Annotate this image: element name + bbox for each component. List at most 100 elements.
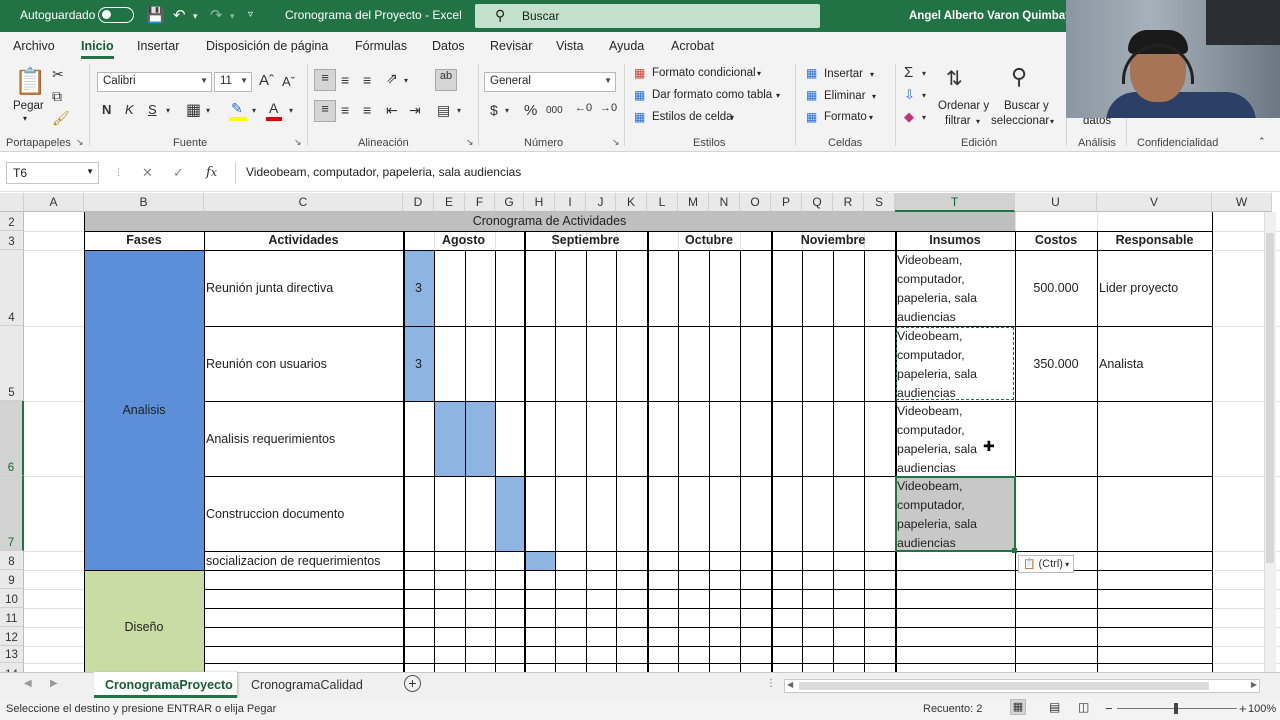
tab-insertar[interactable]: Insertar <box>137 39 179 53</box>
scrollbar-thumb[interactable] <box>799 682 1209 690</box>
activity-responsable[interactable]: Analista <box>1097 326 1212 401</box>
column-header-c[interactable]: C <box>204 193 403 212</box>
percent-style-button[interactable]: % <box>524 102 537 119</box>
font-launcher-icon[interactable]: ↘ <box>294 137 302 148</box>
activity-cost[interactable]: 500.000 <box>1015 250 1097 326</box>
scroll-right-arrow-icon[interactable]: ▶ <box>1251 680 1257 689</box>
row-header-13[interactable]: 13 <box>0 646 24 663</box>
activity-insumos[interactable]: Videobeam, computador, papeleria, sala audi… <box>895 401 1015 476</box>
more-sheets-icon[interactable]: ⋮ <box>766 678 776 689</box>
align-middle-icon[interactable]: ≡ <box>341 72 349 88</box>
activity-name[interactable]: socializacion de requerimientos <box>204 551 403 570</box>
chevron-down-icon[interactable]: ▾ <box>730 113 734 122</box>
activity-name[interactable]: Construccion documento <box>204 476 403 551</box>
zoom-in-icon[interactable]: + <box>1239 701 1247 716</box>
zoom-level[interactable]: 100% <box>1248 703 1276 715</box>
align-right-icon[interactable]: ≡ <box>363 102 371 118</box>
sort-filter-label-2[interactable]: filtrar <box>945 115 971 127</box>
underline-dropdown-icon[interactable]: ▾ <box>166 106 170 115</box>
activity-duration[interactable]: 3 <box>403 250 434 326</box>
column-header-t[interactable]: T <box>895 193 1015 212</box>
italic-icon[interactable]: K <box>125 102 134 117</box>
sheet-tab-cronogramaproyecto[interactable]: CronogramaProyecto <box>94 672 237 698</box>
paste-icon[interactable]: 📋 <box>14 66 46 97</box>
worksheet-grid[interactable]: ABCDEFGHIJKLMNOPQRSTUVW 2 3 4 5 6 7 8 9 10 11 12 13… <box>0 193 1280 672</box>
row-header-5[interactable]: 5 <box>0 326 24 401</box>
column-header-f[interactable]: F <box>465 193 495 212</box>
tab-acrobat[interactable]: Acrobat <box>671 39 714 53</box>
redo-dropdown-icon[interactable]: ▾ <box>230 11 235 22</box>
scroll-left-icon[interactable]: ◀ <box>24 678 32 689</box>
conditional-format-button[interactable]: Formato condicional <box>652 67 756 79</box>
clear-dropdown-icon[interactable]: ▾ <box>922 113 926 122</box>
cancel-icon[interactable]: ✕ <box>142 165 153 181</box>
formula-input[interactable]: Videobeam, computador, papeleria, sala a… <box>235 162 1275 184</box>
tab-inicio[interactable]: Inicio <box>81 39 114 59</box>
find-select-label-1[interactable]: Buscar y <box>1004 100 1049 112</box>
decrease-decimal-icon[interactable]: →0 <box>600 102 617 114</box>
insert-cells-button[interactable]: Insertar <box>824 68 863 80</box>
find-select-icon[interactable]: ⚲ <box>1011 64 1027 90</box>
fill-color-icon[interactable]: ✎ <box>231 100 243 117</box>
column-header-b[interactable]: B <box>84 193 204 212</box>
page-layout-view-icon[interactable]: ▤ <box>1049 700 1060 714</box>
user-name[interactable]: Angel Alberto Varon Quimbayo <box>909 10 1079 22</box>
activity-cost[interactable]: 350.000 <box>1015 326 1097 401</box>
align-left-icon[interactable]: ≡ <box>314 100 336 122</box>
font-color-dropdown-icon[interactable]: ▾ <box>289 106 293 115</box>
orientation-icon[interactable]: ⇗ <box>386 70 398 87</box>
row-header-3[interactable]: 3 <box>0 231 24 250</box>
column-header-j[interactable]: J <box>586 193 616 212</box>
name-box[interactable]: T6 ▼ <box>6 162 99 184</box>
select-all-corner[interactable] <box>0 193 24 212</box>
paste-options-button[interactable]: 📋 (Ctrl) ▾ <box>1018 555 1074 573</box>
column-header-h[interactable]: H <box>524 193 555 212</box>
align-bottom-icon[interactable]: ≡ <box>363 72 371 88</box>
sort-filter-label-1[interactable]: Ordenar y <box>938 100 989 112</box>
column-header-r[interactable]: R <box>833 193 864 212</box>
column-header-o[interactable]: O <box>740 193 771 212</box>
collapse-ribbon-icon[interactable]: ⌃ <box>1258 136 1266 147</box>
tab-formulas[interactable]: Fórmulas <box>355 39 407 53</box>
activity-name[interactable]: Reunión con usuarios <box>204 326 403 401</box>
activity-responsable[interactable]: Lider proyecto <box>1097 250 1212 326</box>
wrap-text-icon[interactable]: ab <box>435 69 457 91</box>
chevron-down-icon[interactable]: ▾ <box>869 113 873 122</box>
row-header-9[interactable]: 9 <box>0 570 24 589</box>
normal-view-icon[interactable]: ▦ <box>1010 699 1026 715</box>
column-header-d[interactable]: D <box>403 193 434 212</box>
column-header-u[interactable]: U <box>1015 193 1097 212</box>
autosum-dropdown-icon[interactable]: ▾ <box>922 69 926 78</box>
increase-indent-icon[interactable]: ⇥ <box>409 102 421 119</box>
paste-dropdown-icon[interactable]: ▾ <box>23 114 27 123</box>
format-cells-button[interactable]: Formato <box>824 111 867 123</box>
cell-styles-button[interactable]: Estilos de celda <box>652 111 733 123</box>
activity-name[interactable]: Reunión junta directiva <box>204 250 403 326</box>
column-header-g[interactable]: G <box>495 193 524 212</box>
chevron-down-icon[interactable]: ▾ <box>976 117 980 126</box>
clear-icon[interactable]: ◆ <box>904 109 914 125</box>
row-header-10[interactable]: 10 <box>0 589 24 608</box>
customize-toolbar-icon[interactable]: ▿ <box>248 9 253 20</box>
borders-icon[interactable]: ▦ <box>186 100 201 120</box>
row-header-4[interactable]: 4 <box>0 250 24 326</box>
column-header-e[interactable]: E <box>434 193 465 212</box>
autosave-toggle[interactable] <box>98 7 134 23</box>
column-header-m[interactable]: M <box>678 193 709 212</box>
column-header-i[interactable]: I <box>555 193 586 212</box>
borders-dropdown-icon[interactable]: ▾ <box>206 106 210 115</box>
row-header-7[interactable]: 7 <box>0 476 24 551</box>
font-name-select[interactable]: Calibri ▼ <box>97 72 212 92</box>
tab-archivo[interactable]: Archivo <box>13 39 55 53</box>
column-header-s[interactable]: S <box>864 193 895 212</box>
tab-vista[interactable]: Vista <box>556 39 584 53</box>
activity-duration[interactable]: 3 <box>403 326 434 401</box>
zoom-slider-thumb[interactable] <box>1174 703 1178 714</box>
phase-diseno[interactable]: Diseño <box>84 570 204 672</box>
column-header-l[interactable]: L <box>647 193 678 212</box>
scroll-left-arrow-icon[interactable]: ◀ <box>787 680 793 689</box>
fill-dropdown-icon[interactable]: ▾ <box>252 106 256 115</box>
save-icon[interactable]: 💾 <box>146 6 165 24</box>
column-header-v[interactable]: V <box>1097 193 1212 212</box>
enter-icon[interactable]: ✓ <box>173 165 184 181</box>
